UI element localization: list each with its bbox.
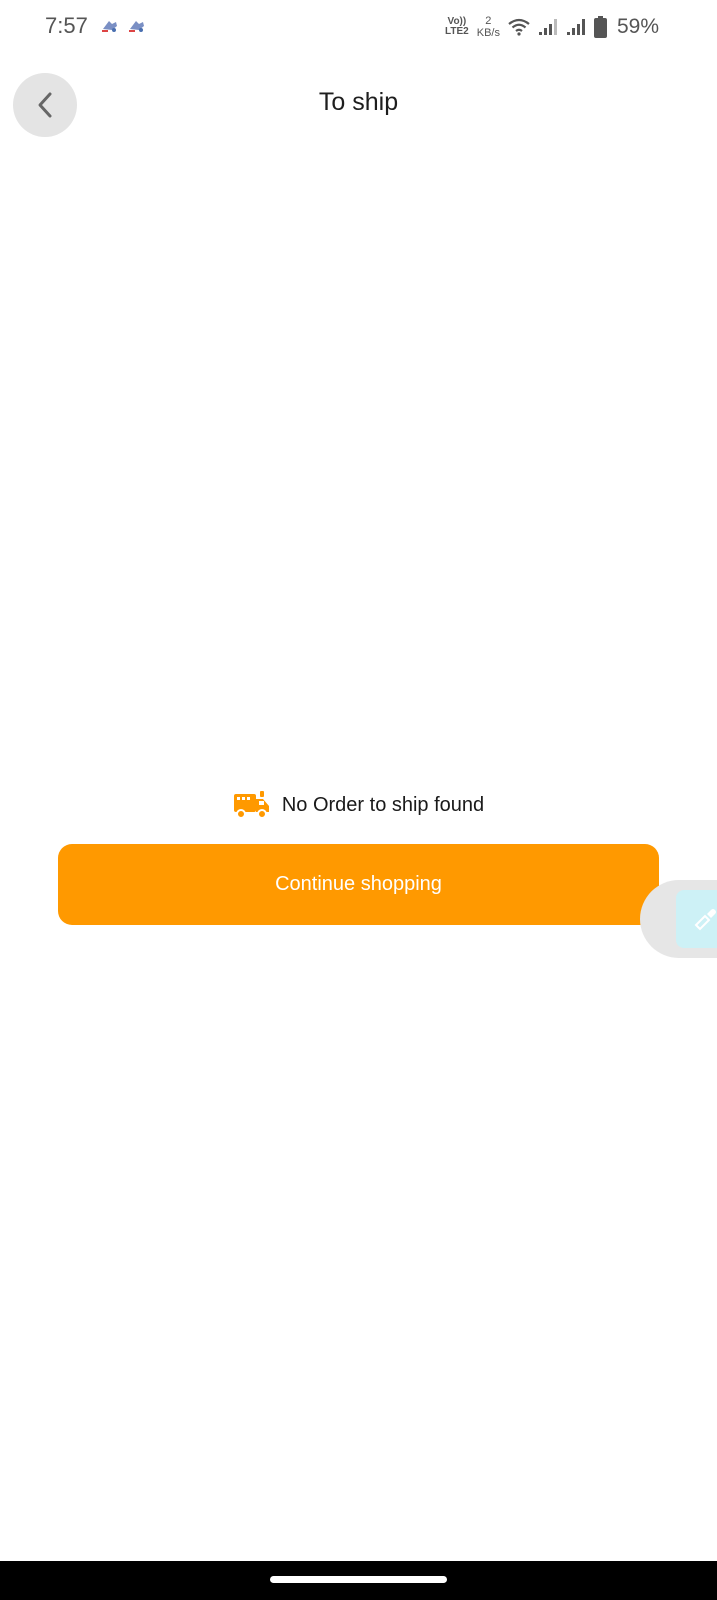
empty-message: No Order to ship found (281, 793, 485, 816)
net-speed-value: 2 (485, 15, 492, 27)
screen: 7:57 Vo)) LTE2 2 KB/s 59% To ship No Ord… (0, 0, 717, 1600)
net-speed: 2 KB/s (477, 15, 500, 39)
signal-icon (538, 19, 557, 35)
continue-shopping-button[interactable]: Continue shopping (58, 844, 659, 925)
signal-icon (566, 19, 585, 35)
home-indicator[interactable] (270, 1576, 447, 1583)
net-speed-unit: KB/s (476, 27, 500, 39)
notification-icon (129, 21, 144, 32)
wifi-icon (508, 18, 530, 36)
notification-icon (102, 21, 117, 32)
battery-percent: 59% (616, 15, 659, 38)
status-bar: 7:57 Vo)) LTE2 2 KB/s 59% (0, 0, 717, 54)
eyedropper-icon (694, 909, 716, 931)
empty-state: No Order to ship found (0, 790, 717, 820)
page-title: To ship (318, 88, 399, 116)
lte-label: LTE2 (445, 26, 469, 37)
truck-icon (233, 791, 269, 819)
floating-widget[interactable] (640, 880, 717, 958)
volte-indicator: Vo)) LTE2 (445, 17, 469, 37)
floating-widget-button[interactable] (676, 890, 717, 948)
battery-icon (593, 16, 607, 38)
status-icons: Vo)) LTE2 2 KB/s 59% (445, 12, 659, 42)
status-time: 7:57 (45, 13, 88, 38)
